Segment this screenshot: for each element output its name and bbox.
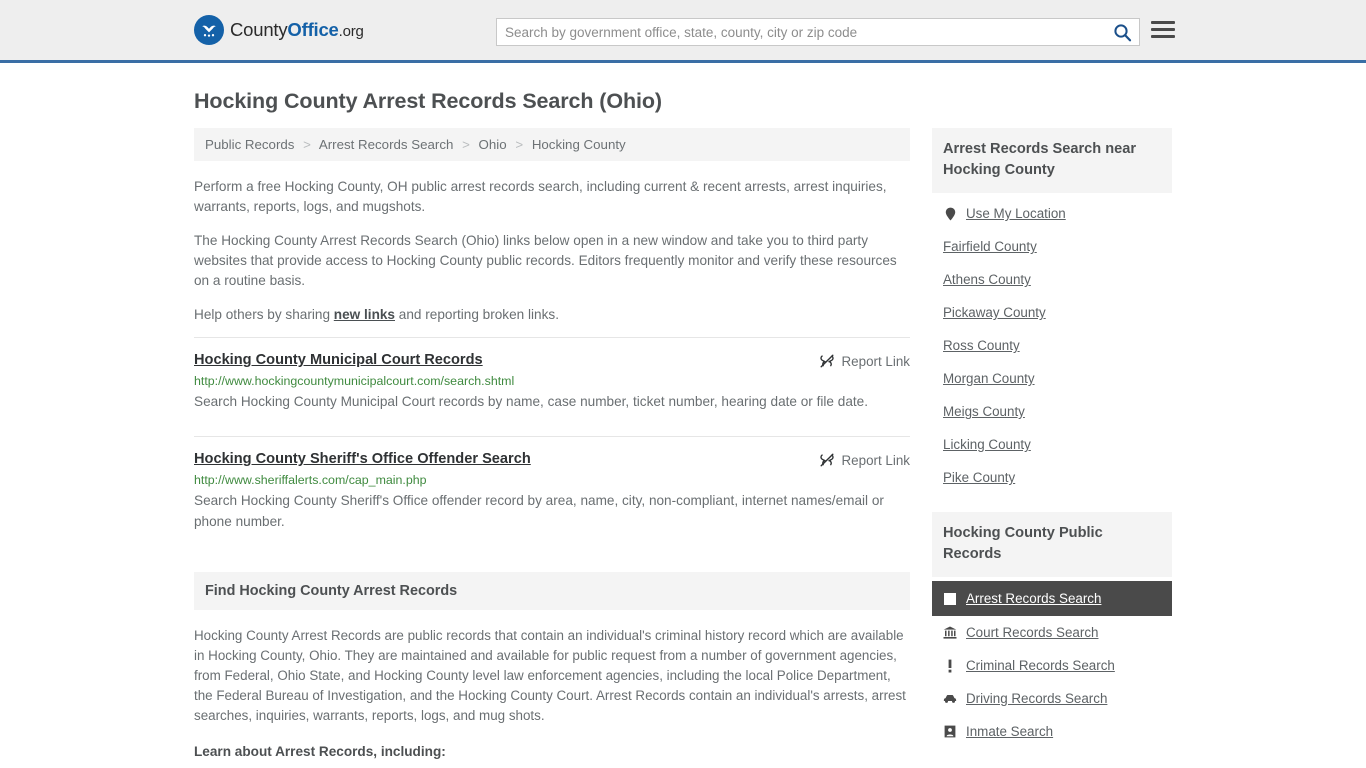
report-link-label: Report Link [841,353,910,369]
intro-paragraph-3: Help others by sharing new links and rep… [194,305,910,325]
logo-text-county: County [230,19,288,40]
sidebar-link-label[interactable]: Licking County [943,437,1031,452]
result-header: Hocking County Sheriff's Office Offender… [194,451,910,468]
result-entry: Hocking County Sheriff's Office Offender… [194,436,910,544]
square-icon [943,592,957,605]
intro-section: Perform a free Hocking County, OH public… [194,177,910,325]
result-title-link[interactable]: Hocking County Municipal Court Records [194,352,483,368]
sidebar-link-label[interactable]: Pike County [943,470,1015,485]
nearby-search-box: Arrest Records Search near Hocking Count… [932,128,1172,494]
site-header: CountyOffice.org [0,0,1366,63]
sidebar-link-label[interactable]: Arrest Records Search [966,591,1101,606]
result-url[interactable]: http://www.sheriffalerts.com/cap_main.ph… [194,473,910,487]
intro-p3-before: Help others by sharing [194,307,334,322]
broken-link-icon [819,354,834,368]
result-description: Search Hocking County Municipal Court re… [194,394,868,409]
result-entry: Hocking County Municipal Court Records R… [194,337,910,424]
sidebar-item-criminal-records-search[interactable]: Criminal Records Search [932,649,1172,682]
nearby-search-heading: Arrest Records Search near Hocking Count… [932,128,1172,193]
content-columns: Public Records > Arrest Records Search >… [194,128,1172,766]
logo-text-office: Office [287,19,339,40]
result-url[interactable]: http://www.hockingcountymunicipalcourt.c… [194,374,910,388]
sidebar-item-pike-county[interactable]: Pike County [932,461,1172,494]
find-records-subheading: Learn about Arrest Records, including: [194,744,446,759]
breadcrumb-separator: > [515,137,524,152]
nearby-search-list: Use My Location Fairfield County Athens … [932,193,1172,494]
public-records-box: Hocking County Public Records Arrest Rec… [932,512,1172,748]
exclamation-icon [943,659,957,673]
result-title-link[interactable]: Hocking County Sheriff's Office Offender… [194,451,531,467]
site-logo[interactable]: CountyOffice.org [194,15,364,45]
sidebar-item-arrest-records-search[interactable]: Arrest Records Search [932,581,1172,616]
page-title: Hocking County Arrest Records Search (Oh… [194,89,662,113]
breadcrumb-item-ohio[interactable]: Ohio [479,137,507,152]
breadcrumb-separator: > [303,137,311,152]
sidebar-link-label[interactable]: Fairfield County [943,239,1037,254]
new-links-link[interactable]: new links [334,307,395,322]
result-description: Search Hocking County Sheriff's Office o… [194,493,884,529]
sidebar-item-court-records-search[interactable]: Court Records Search [932,616,1172,649]
breadcrumb-item-public-records[interactable]: Public Records [205,137,294,152]
broken-link-icon [819,453,834,467]
public-records-list: Arrest Records Search Court Records Sear… [932,577,1172,748]
intro-p3-after: and reporting broken links. [395,307,559,322]
hamburger-bar [1151,35,1175,38]
hamburger-bar [1151,28,1175,31]
sidebar-item-use-my-location[interactable]: Use My Location [932,197,1172,230]
find-records-body: Hocking County Arrest Records are public… [194,626,910,759]
find-records-paragraph: Hocking County Arrest Records are public… [194,628,906,723]
sidebar-link-label[interactable]: Court Records Search [966,625,1098,640]
sidebar-link-label[interactable]: Pickaway County [943,305,1046,320]
search-icon [1113,23,1131,41]
logo-text: CountyOffice.org [230,19,364,41]
sidebar-item-ross-county[interactable]: Ross County [932,329,1172,362]
sidebar-item-meigs-county[interactable]: Meigs County [932,395,1172,428]
sidebar-link-label[interactable]: Inmate Search [966,724,1053,739]
public-records-heading: Hocking County Public Records [932,512,1172,577]
sidebar-link-label[interactable]: Morgan County [943,371,1035,386]
sidebar-item-pickaway-county[interactable]: Pickaway County [932,296,1172,329]
breadcrumb-separator: > [462,137,470,152]
report-link-button[interactable]: Report Link [819,451,910,468]
sidebar-item-inmate-search[interactable]: Inmate Search [932,715,1172,748]
page-container: Hocking County Arrest Records Search (Oh… [0,89,1366,766]
hamburger-bar [1151,21,1175,24]
sidebar: Arrest Records Search near Hocking Count… [932,128,1172,766]
sidebar-link-label[interactable]: Ross County [943,338,1020,353]
search-button[interactable] [1105,19,1139,45]
bank-building-icon [943,626,957,639]
sidebar-item-driving-records-search[interactable]: Driving Records Search [932,682,1172,715]
eagle-shield-icon [194,15,224,45]
report-link-button[interactable]: Report Link [819,352,910,369]
result-header: Hocking County Municipal Court Records R… [194,352,910,369]
sidebar-item-licking-county[interactable]: Licking County [932,428,1172,461]
sidebar-link-label[interactable]: Meigs County [943,404,1025,419]
sidebar-link-label[interactable]: Criminal Records Search [966,658,1115,673]
main-column: Public Records > Arrest Records Search >… [194,128,910,759]
sidebar-link-label[interactable]: Driving Records Search [966,691,1107,706]
intro-paragraph-2: The Hocking County Arrest Records Search… [194,233,897,288]
search-bar[interactable] [496,18,1140,46]
breadcrumb-item-arrest-records-search[interactable]: Arrest Records Search [319,137,454,152]
hamburger-menu-icon[interactable] [1151,21,1175,38]
breadcrumb: Public Records > Arrest Records Search >… [194,128,910,161]
sidebar-link-label[interactable]: Athens County [943,272,1031,287]
report-link-label: Report Link [841,452,910,468]
search-input[interactable] [497,19,1105,45]
car-icon [943,693,957,704]
intro-paragraph-1: Perform a free Hocking County, OH public… [194,179,887,214]
map-pin-icon [943,207,957,221]
inmate-icon [943,725,957,738]
sidebar-item-athens-county[interactable]: Athens County [932,263,1172,296]
sidebar-item-morgan-county[interactable]: Morgan County [932,362,1172,395]
sidebar-link-label[interactable]: Use My Location [966,206,1066,221]
sidebar-item-fairfield-county[interactable]: Fairfield County [932,230,1172,263]
breadcrumb-item-hocking-county[interactable]: Hocking County [532,137,626,152]
logo-text-org: .org [338,23,364,40]
find-records-heading: Find Hocking County Arrest Records [194,572,910,610]
